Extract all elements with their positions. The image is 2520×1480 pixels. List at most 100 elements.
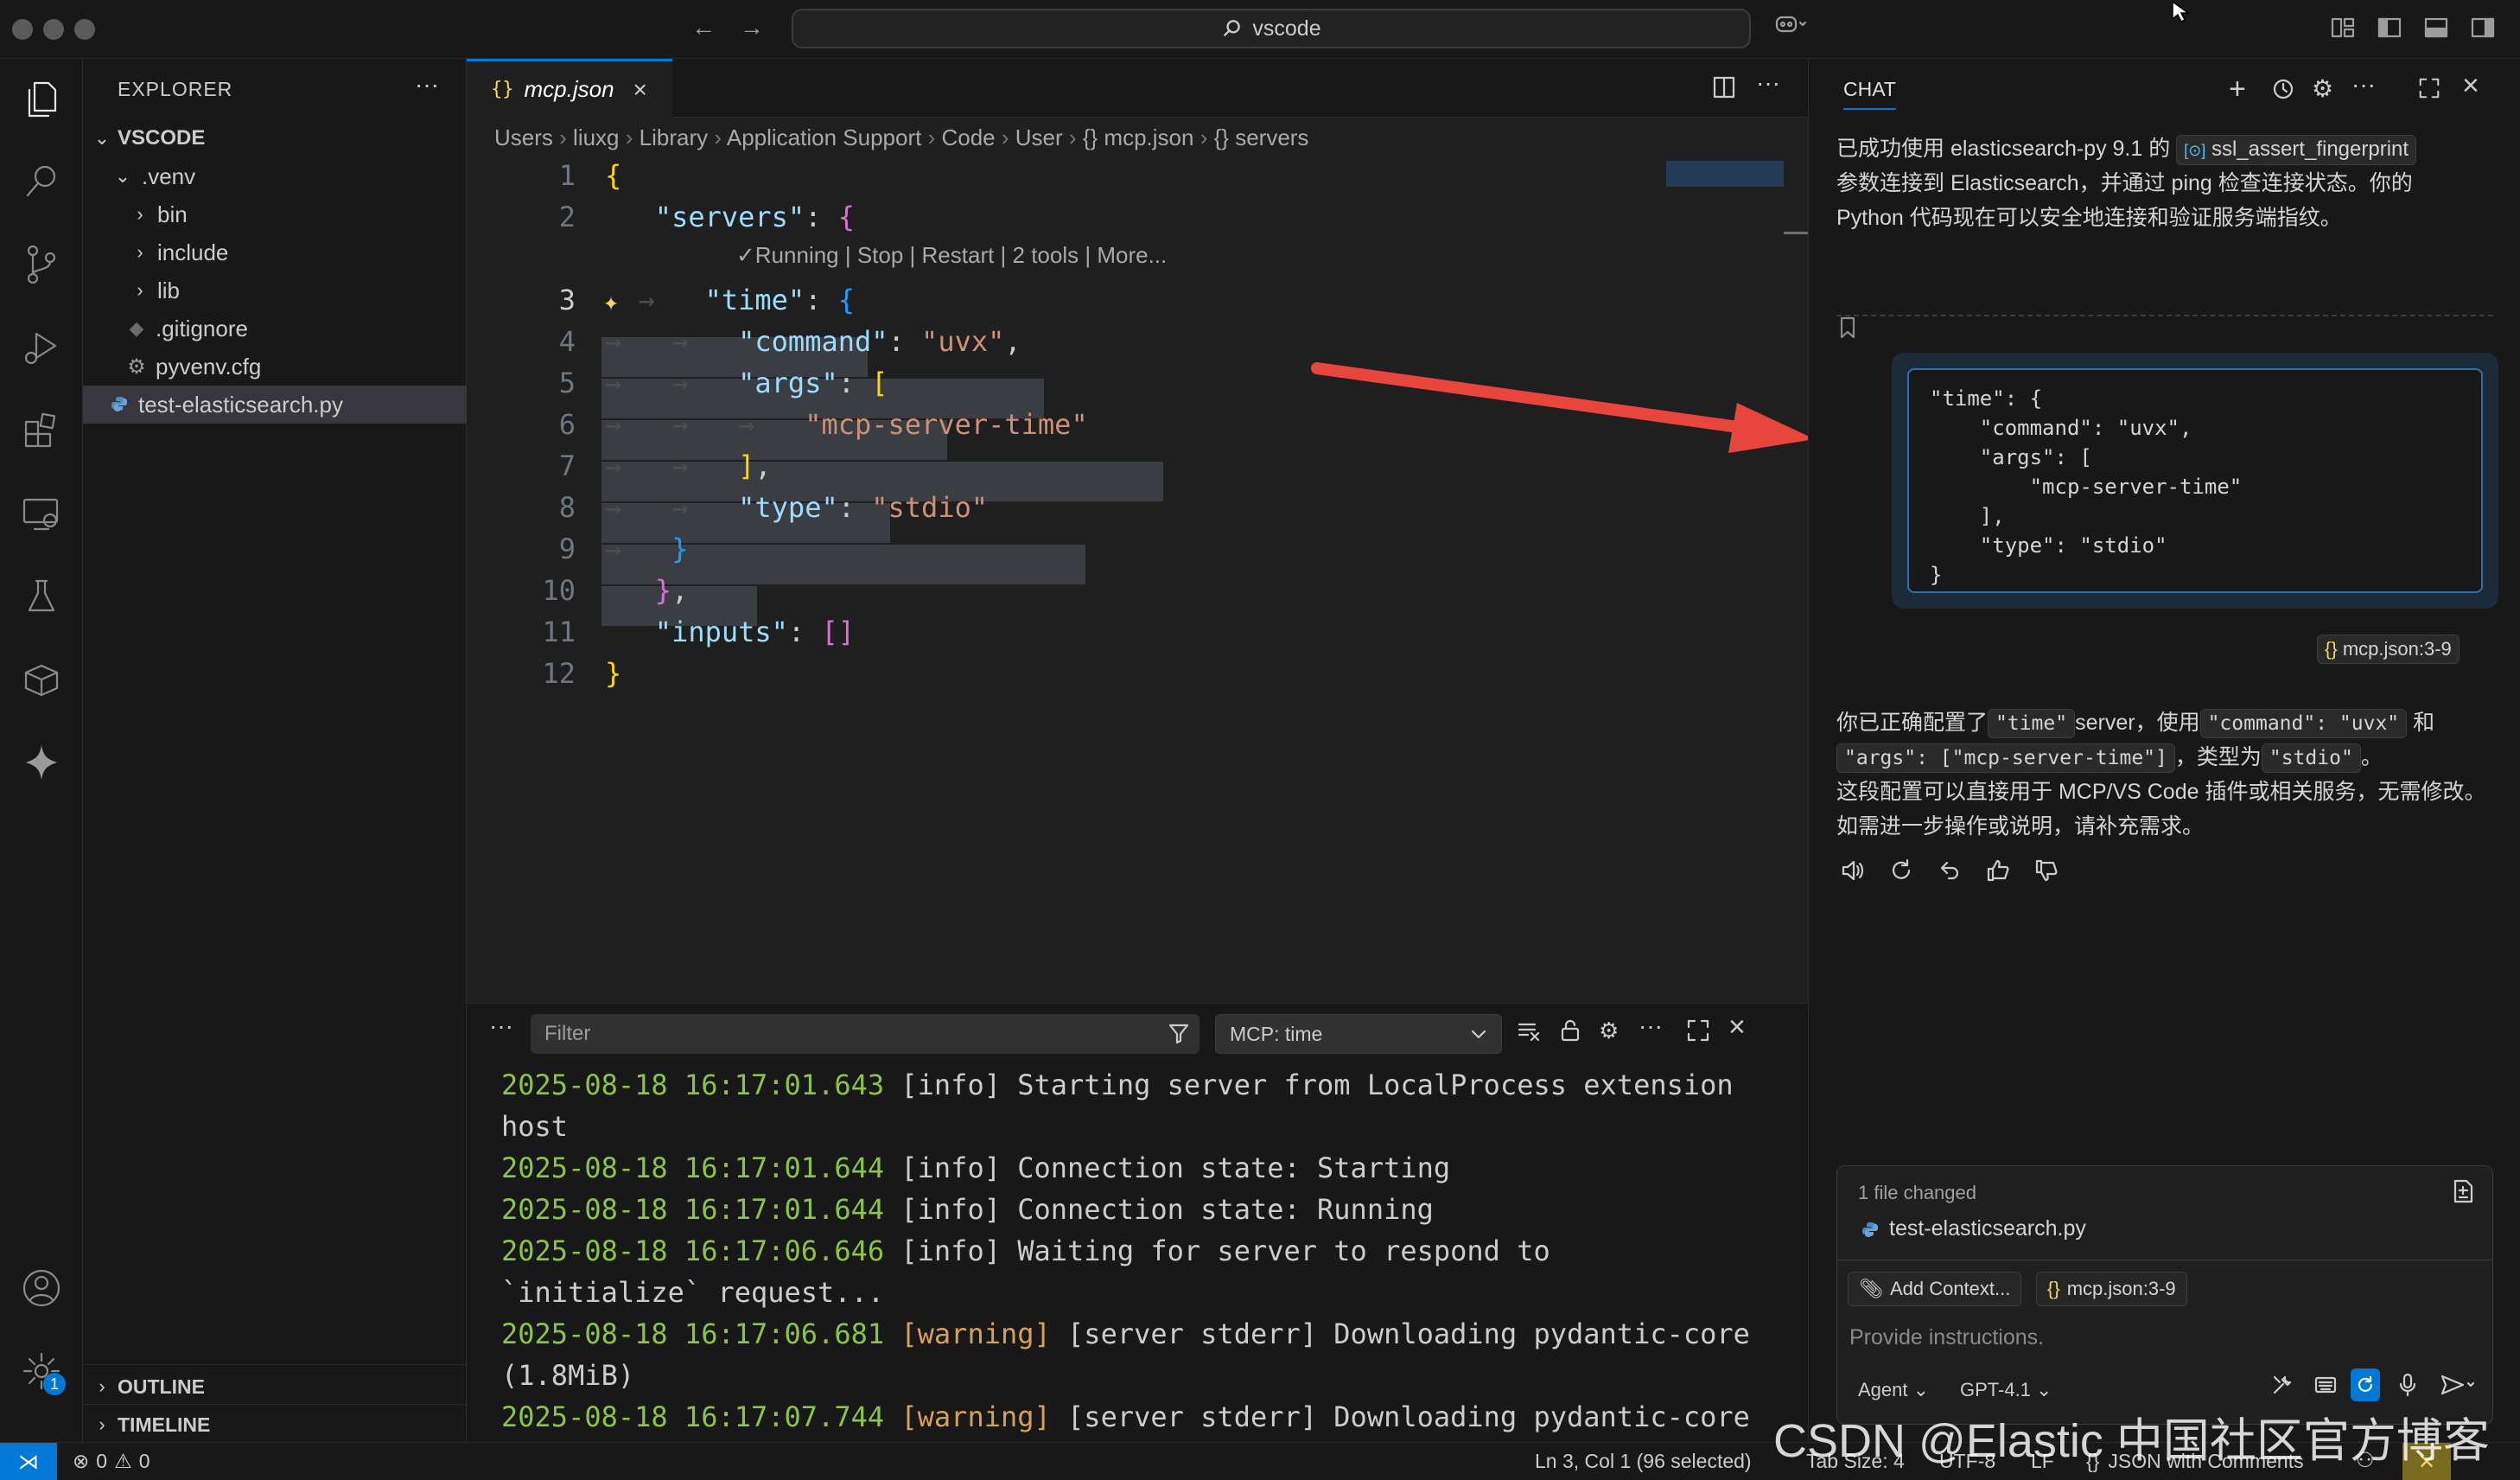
- command-center-search[interactable]: vscode: [792, 9, 1751, 48]
- back-arrow-icon[interactable]: ←: [691, 14, 716, 41]
- manage-gear-icon[interactable]: 1: [17, 1347, 66, 1395]
- output-settings-gear-icon[interactable]: ⚙: [1599, 1018, 1619, 1044]
- new-chat-plus-icon[interactable]: +: [2229, 73, 2246, 106]
- auto-approve-toggle[interactable]: [2351, 1368, 2380, 1401]
- changed-file-name: test-elasticsearch.py: [1889, 1216, 2086, 1241]
- tree-item-bin[interactable]: › bin: [83, 195, 467, 233]
- breadcrumb-item[interactable]: User: [1015, 124, 1063, 150]
- chat-settings-gear-icon[interactable]: ⚙: [2312, 74, 2333, 103]
- tree-item-pyvenv[interactable]: ⚙ pyvenv.cfg: [83, 348, 467, 386]
- activity-bar: 1: [0, 59, 83, 1442]
- copilot-icon[interactable]: [1773, 12, 1808, 44]
- reference-chip[interactable]: {} mcp.json:3-9: [2317, 635, 2460, 664]
- remote-explorer-icon[interactable]: [17, 489, 66, 538]
- toggle-secondary-sidebar-icon[interactable]: [2470, 16, 2496, 46]
- breadcrumb-item[interactable]: {} mcp.json: [1083, 124, 1194, 150]
- account-icon[interactable]: [17, 1264, 66, 1312]
- keyboard-icon[interactable]: [2313, 1372, 2339, 1402]
- split-editor-icon[interactable]: [1711, 74, 1737, 105]
- problems-indicator[interactable]: ⊗ 0 ⚠ 0: [73, 1450, 150, 1473]
- changed-file-item[interactable]: test-elasticsearch.py: [1861, 1216, 2086, 1241]
- retry-icon[interactable]: [1888, 858, 1914, 884]
- error-icon: ⊗: [73, 1450, 90, 1472]
- thumbs-down-icon[interactable]: [2033, 858, 2059, 884]
- more-actions-icon[interactable]: ···: [1756, 69, 1780, 97]
- close-panel-icon[interactable]: ×: [1728, 1011, 1746, 1044]
- python-icon: [1862, 1222, 1878, 1237]
- remote-indicator-icon[interactable]: ⋊: [0, 1443, 57, 1480]
- code-line: "inputs": []: [654, 616, 855, 648]
- close-chat-icon[interactable]: ×: [2462, 69, 2479, 103]
- tree-item-label: include: [157, 239, 229, 265]
- toggle-panel-icon[interactable]: [2423, 16, 2449, 46]
- read-aloud-icon[interactable]: [1840, 858, 1866, 884]
- mcp-server-codelens[interactable]: ✓Running | Stop | Restart | 2 tools | Mo…: [736, 242, 1167, 269]
- maximize-panel-icon[interactable]: [1685, 1018, 1711, 1048]
- chat-title[interactable]: CHAT: [1843, 78, 1896, 110]
- view-changes-icon[interactable]: [2451, 1178, 2475, 1209]
- tree-item-gitignore[interactable]: ◆ .gitignore: [83, 309, 467, 348]
- extensions-icon[interactable]: [17, 406, 66, 455]
- maximize-chat-icon[interactable]: [2417, 76, 2441, 105]
- tools-icon[interactable]: [2269, 1372, 2295, 1402]
- testing-icon[interactable]: [17, 572, 66, 621]
- model-select[interactable]: GPT-4.1 ⌄: [1960, 1379, 2052, 1401]
- output-channel-value: MCP: time: [1230, 1022, 1323, 1045]
- microphone-icon[interactable]: [2396, 1372, 2420, 1402]
- tree-item-lib[interactable]: › lib: [83, 271, 467, 309]
- breadcrumb-item[interactable]: {} servers: [1214, 124, 1309, 150]
- symbol-chip[interactable]: [⊙] ssl_assert_fingerprint: [2176, 135, 2417, 165]
- tree-item-test-elasticsearch[interactable]: test-elasticsearch.py: [83, 386, 467, 424]
- forward-arrow-icon[interactable]: →: [740, 14, 764, 41]
- tree-item-include[interactable]: › include: [83, 233, 467, 271]
- toggle-primary-sidebar-icon[interactable]: [2377, 16, 2402, 46]
- log-line: 2025-08-18 16:17:06.681 [warning] [serve…: [501, 1317, 1750, 1350]
- watermark: CSDN @Elastic 中国社区官方博客: [1773, 1415, 2490, 1467]
- breadcrumb-item[interactable]: Users: [494, 124, 553, 150]
- breadcrumb-item[interactable]: Library: [640, 124, 708, 150]
- tree-item-label: .venv: [142, 163, 196, 189]
- undo-icon[interactable]: [1937, 858, 1963, 884]
- breadcrumb: Users › liuxg › Library › Application Su…: [494, 124, 1309, 150]
- run-debug-icon[interactable]: [17, 323, 66, 372]
- search-icon[interactable]: [17, 157, 66, 206]
- history-icon[interactable]: [2270, 76, 2296, 106]
- maximize-window-button[interactable]: [74, 19, 95, 40]
- explorer-icon[interactable]: [17, 74, 66, 123]
- code-line: → → → "mcp-server-time": [605, 408, 1088, 441]
- close-tab-icon[interactable]: ×: [633, 76, 647, 104]
- filter-funnel-icon[interactable]: [1167, 1021, 1191, 1051]
- timeline-section-header[interactable]: › TIMELINE: [83, 1406, 467, 1444]
- minimize-window-button[interactable]: [43, 19, 64, 40]
- tree-item-venv[interactable]: ⌄ .venv: [83, 157, 467, 195]
- chat-input[interactable]: Provide instructions.: [1849, 1325, 2044, 1350]
- cursor-position[interactable]: Ln 3, Col 1 (96 selected): [1535, 1450, 1752, 1473]
- bookmark-icon[interactable]: [1838, 315, 1857, 345]
- breadcrumb-item[interactable]: Code: [941, 124, 995, 150]
- output-channel-select[interactable]: MCP: time: [1215, 1014, 1502, 1054]
- tab-mcp-json[interactable]: {} mcp.json ×: [467, 59, 672, 118]
- more-actions-icon[interactable]: ···: [415, 71, 439, 99]
- panel-more-icon[interactable]: ···: [489, 1012, 513, 1040]
- lock-scroll-icon[interactable]: [1557, 1018, 1583, 1048]
- containers-icon[interactable]: [17, 655, 66, 704]
- add-context-button[interactable]: 📎︎ Add Context...: [1848, 1272, 2022, 1306]
- outline-section-header[interactable]: › OUTLINE: [83, 1368, 467, 1406]
- mode-select[interactable]: Agent ⌄: [1858, 1379, 1929, 1401]
- tree-root-vscode[interactable]: ⌄ VSCODE: [83, 119, 467, 157]
- line-number: 5: [558, 367, 576, 399]
- source-control-icon[interactable]: [17, 240, 66, 289]
- thumbs-up-icon[interactable]: [1985, 858, 2011, 884]
- panel-more-actions-icon[interactable]: ···: [1639, 1012, 1663, 1040]
- clear-output-icon[interactable]: [1516, 1018, 1542, 1048]
- copilot-sparkle-icon[interactable]: [17, 738, 66, 787]
- close-window-button[interactable]: [12, 19, 33, 40]
- filter-placeholder: Filter: [544, 1022, 591, 1045]
- chat-more-icon[interactable]: ···: [2351, 71, 2376, 99]
- customize-layout-icon[interactable]: [2330, 16, 2356, 46]
- breadcrumb-item[interactable]: liuxg: [573, 124, 619, 150]
- context-file-chip[interactable]: {} mcp.json:3-9: [2036, 1272, 2187, 1306]
- filter-input[interactable]: Filter: [531, 1014, 1200, 1054]
- send-icon[interactable]: [2439, 1372, 2477, 1402]
- breadcrumb-item[interactable]: Application Support: [727, 124, 921, 150]
